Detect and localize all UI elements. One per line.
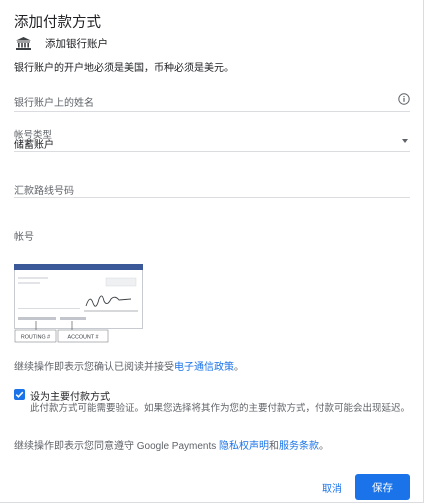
- e-comm-policy-link[interactable]: 电子通信政策: [174, 362, 234, 373]
- save-button[interactable]: 保存: [355, 474, 410, 500]
- check-illustration: ROUTING # ACCOUNT #: [14, 264, 143, 343]
- dialog: 添加付款方式 添加银行账户 银行账户的开户地必须是美国，币种必须是美元。 银行账…: [0, 0, 424, 503]
- terms-prefix: 继续操作即表示您同意遵守 Google Payments: [14, 441, 220, 452]
- account-notice: 银行账户的开户地必须是美国，币种必须是美元。: [14, 63, 234, 74]
- add-bank-account-label: 添加银行账户: [45, 38, 108, 50]
- account-name-placeholder: 银行账户上的姓名: [14, 98, 94, 109]
- consent-text: 继续操作即表示您确认已阅读并接受电子通信政策。: [14, 358, 244, 373]
- dialog-title: 添加付款方式: [14, 15, 101, 31]
- checkmark-icon: [15, 391, 24, 398]
- routing-number-field[interactable]: 汇款路线号码: [14, 178, 410, 198]
- routing-number-placeholder: 汇款路线号码: [14, 186, 74, 197]
- primary-description: 此付款方式可能需要验证。如果您选择将其作为您的主要付款方式，付款可能会出现延迟。: [30, 403, 411, 414]
- account-type-select[interactable]: 帐号类型 储蓄账户: [14, 126, 410, 152]
- tos-link[interactable]: 服务条款: [279, 441, 319, 452]
- primary-label[interactable]: 设为主要付款方式: [30, 388, 110, 403]
- primary-checkbox[interactable]: [14, 389, 25, 400]
- routing-label: ROUTING #: [21, 335, 50, 341]
- privacy-link[interactable]: 隐私权声明: [219, 441, 269, 452]
- terms-text: 继续操作即表示您同意遵守 Google Payments 隐私权声明和服务条款。: [14, 437, 329, 452]
- account-number-field[interactable]: 帐号: [14, 226, 410, 243]
- terms-and: 和: [269, 441, 280, 452]
- terms-end: 。: [319, 441, 330, 452]
- info-icon[interactable]: [398, 93, 410, 105]
- consent-prefix: 继续操作即表示您确认已阅读并接受: [14, 362, 174, 373]
- account-type-value: 储蓄账户: [14, 140, 54, 151]
- account-label: ACCOUNT #: [67, 335, 98, 341]
- consent-end: 。: [234, 362, 244, 373]
- bank-icon: [16, 37, 31, 50]
- account-number-placeholder: 帐号: [14, 232, 34, 243]
- chevron-down-icon: [402, 139, 408, 143]
- account-name-field[interactable]: 银行账户上的姓名: [14, 90, 410, 112]
- cancel-button[interactable]: 取消: [312, 475, 352, 499]
- add-bank-account-option[interactable]: 添加银行账户: [16, 36, 108, 51]
